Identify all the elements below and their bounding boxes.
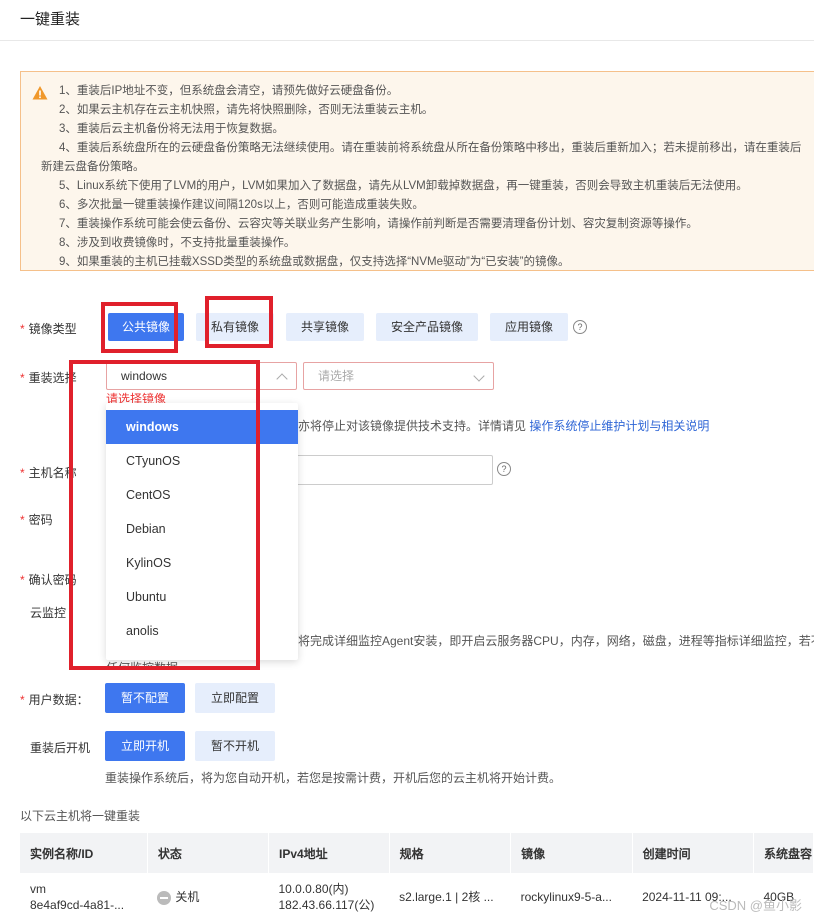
col-header-image: 镜像 <box>510 833 633 873</box>
image-type-app-button[interactable]: 应用镜像 <box>490 313 568 341</box>
power-on-later-button[interactable]: 暂不开机 <box>195 731 275 761</box>
hostname-help-icon[interactable]: ? <box>497 462 511 476</box>
stopped-status-icon <box>157 890 172 905</box>
eol-hint: 亦将停止对该镜像提供技术支持。详情请见 操作系统停止维护计划与相关说明 <box>298 419 710 433</box>
user-data-configure-button[interactable]: 立即配置 <box>195 683 275 713</box>
chevron-up-icon <box>276 373 288 385</box>
notice-line: 2、如果云主机存在云主机快照，请先将快照删除，否则无法重装云主机。 <box>59 104 434 116</box>
eol-plan-link[interactable]: 操作系统停止维护计划与相关说明 <box>529 419 709 433</box>
col-header-ipv4: IPv4地址 <box>268 833 390 873</box>
annotation-box-os-list <box>69 360 260 670</box>
cloud-monitor-desc: 将完成详细监控Agent安装，即开启云服务器CPU，内存，网络，磁盘，进程等指标… <box>298 634 814 648</box>
title-divider <box>0 40 814 41</box>
power-on-label: 重装后开机 <box>30 741 91 755</box>
notice-line: 1、重装后IP地址不变，但系统盘会清空，请预先做好云硬盘备份。 <box>59 85 399 97</box>
image-type-security-button[interactable]: 安全产品镜像 <box>376 313 478 341</box>
annotation-box-private-image <box>205 296 273 348</box>
power-on-desc: 重装操作系统后，将为您自动开机，若您是按需计费，开机后您的云主机将开始计费。 <box>105 771 562 785</box>
version-select[interactable]: 请选择 <box>303 362 494 390</box>
col-header-created: 创建时间 <box>632 833 754 873</box>
cell-spec: s2.large.1 | 2核 ... <box>389 873 511 920</box>
watermark: CSDN @鱼小影 <box>709 898 802 913</box>
ip-public: 182.43.66.117(公) <box>278 897 375 912</box>
notice-line: 8、涉及到收费镜像时，不支持批量重装操作。 <box>59 237 296 249</box>
user-data-label: * 用户数据： <box>20 693 89 707</box>
warning-notice: 1、重装后IP地址不变，但系统盘会清空，请预先做好云硬盘备份。 2、如果云主机存… <box>20 71 814 271</box>
chevron-down-icon <box>473 370 485 382</box>
cell-instance: vm 8e4af9cd-4a81-... <box>20 873 148 920</box>
table-caption: 以下云主机将一键重装 <box>20 809 141 823</box>
cell-image: rockylinux9-5-a... <box>510 873 633 920</box>
power-on-now-button[interactable]: 立即开机 <box>105 731 185 761</box>
cell-status: 关机 <box>147 873 269 920</box>
status-text: 关机 <box>175 889 200 904</box>
notice-line: 5、Linux系统下使用了LVM的用户，LVM如果加入了数据盘，请先从LVM卸载… <box>59 180 748 192</box>
cell-ip: 10.0.0.80(内) 182.43.66.117(公) <box>268 873 390 920</box>
image-type-help-icon[interactable]: ? <box>573 320 587 334</box>
warning-icon <box>32 86 48 100</box>
password-label: * 密码 <box>20 513 53 527</box>
instance-table: 实例名称/ID 状态 IPv4地址 规格 镜像 创建时间 系统盘容 vm 8e4… <box>20 833 814 920</box>
annotation-box-public-image <box>101 302 178 353</box>
notice-line: 7、重装操作系统可能会使云备份、云容灾等关联业务产生影响，请操作前判断是否需要清… <box>59 218 698 230</box>
notice-line: 新建云盘备份策略。 <box>41 161 145 173</box>
version-select-placeholder: 请选择 <box>318 369 355 383</box>
notice-line: 9、如果重装的主机已挂载XSSD类型的系统盘或数据盘，仅支持选择“NVMe驱动”… <box>59 256 570 268</box>
cloud-monitor-label: 云监控 <box>30 606 67 620</box>
table-row: vm 8e4af9cd-4a81-... 关机 10.0.0.80(内) 182… <box>20 873 814 920</box>
ip-private: 10.0.0.80(内) <box>278 881 349 896</box>
col-header-status: 状态 <box>147 833 269 873</box>
hostname-input[interactable] <box>296 455 493 485</box>
page-title: 一键重装 <box>20 11 81 28</box>
col-header-disk: 系统盘容 <box>753 833 814 873</box>
notice-text: 1、重装后IP地址不变，但系统盘会清空，请预先做好云硬盘备份。 2、如果云主机存… <box>41 82 814 272</box>
notice-line: 4、重装后系统盘所在的云硬盘备份策略无法继续使用。请在重装前将系统盘从所在备份策… <box>59 142 802 154</box>
user-data-skip-button[interactable]: 暂不配置 <box>105 683 185 713</box>
notice-line: 3、重装后云主机备份将无法用于恢复数据。 <box>59 123 284 135</box>
instance-name: vm <box>30 881 46 896</box>
image-type-shared-button[interactable]: 共享镜像 <box>286 313 364 341</box>
image-type-label: * 镜像类型 <box>20 322 77 336</box>
instance-id: 8e4af9cd-4a81-... <box>30 897 125 912</box>
table-header-row: 实例名称/ID 状态 IPv4地址 规格 镜像 创建时间 系统盘容 <box>20 833 814 873</box>
col-header-spec: 规格 <box>389 833 512 873</box>
notice-line: 6、多次批量一键重装操作建议间隔120s以上，否则可能造成重装失败。 <box>59 199 424 211</box>
col-header-name: 实例名称/ID <box>20 833 148 873</box>
